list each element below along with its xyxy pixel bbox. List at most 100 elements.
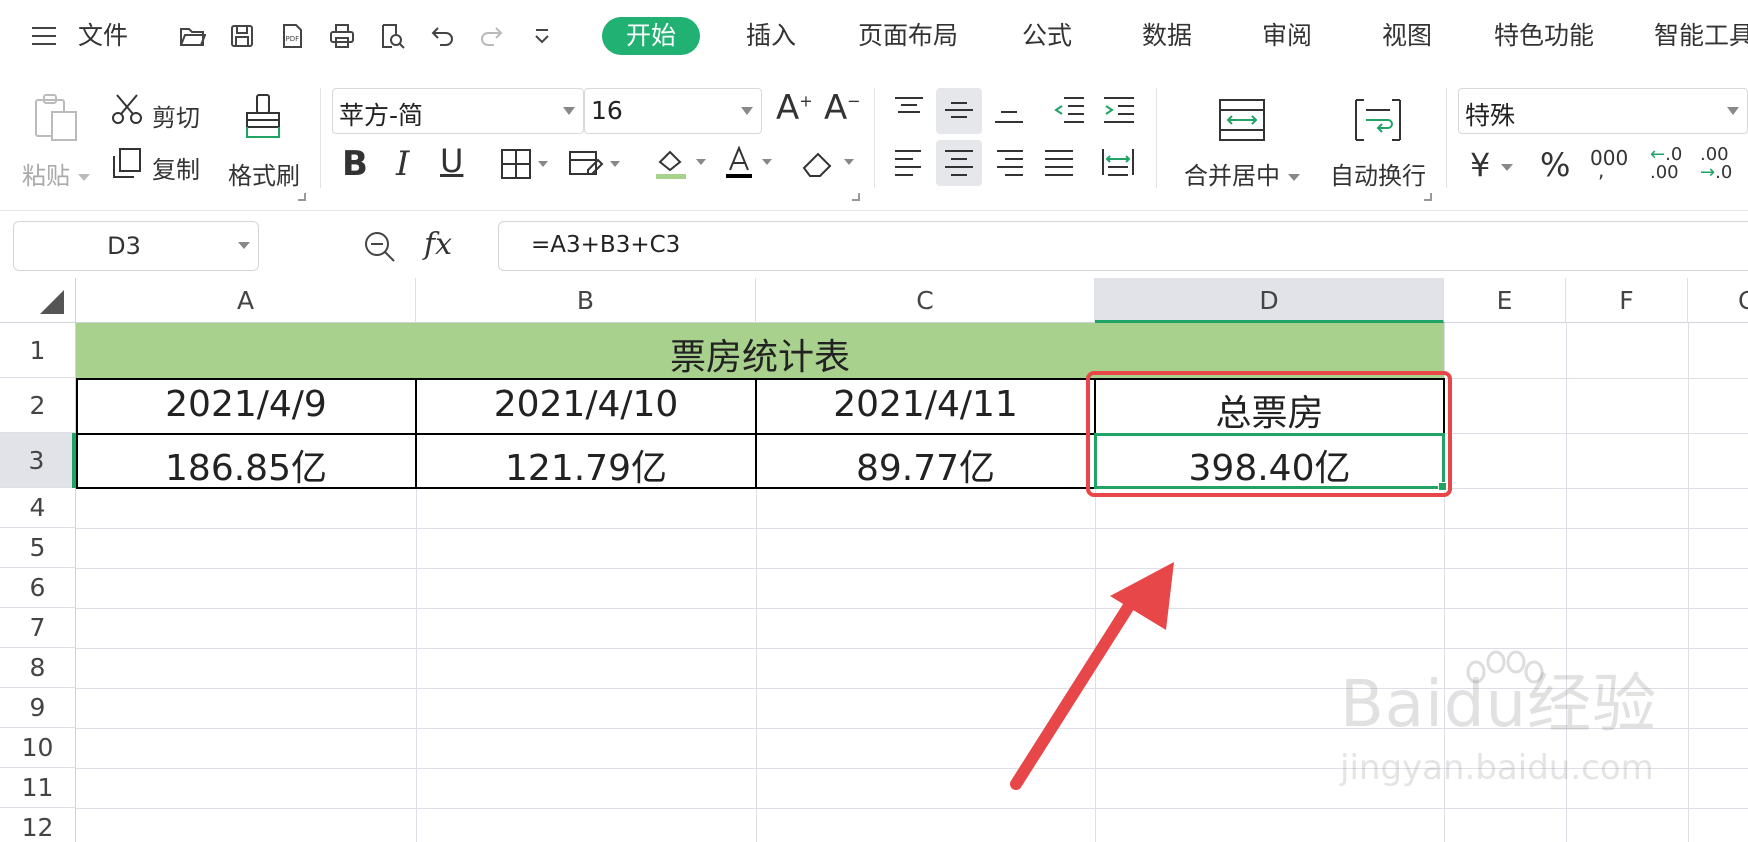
decrease-indent-icon[interactable] xyxy=(1052,94,1086,132)
copy-button[interactable]: 复制 xyxy=(152,150,200,185)
row-header-12[interactable]: 12 xyxy=(0,808,76,842)
tab-smart-tools[interactable]: 智能工具 xyxy=(1654,20,1748,52)
insert-function-button[interactable]: fx xyxy=(424,227,452,262)
row-header-7[interactable]: 7 xyxy=(0,608,76,648)
tab-insert[interactable]: 插入 xyxy=(746,20,796,52)
zoom-search-icon[interactable] xyxy=(362,229,398,269)
font-size-select[interactable]: 16 xyxy=(584,88,762,134)
decrease-decimal-to: .0 xyxy=(1715,162,1733,183)
clipboard-group-launcher[interactable] xyxy=(298,193,306,201)
row-header-9[interactable]: 9 xyxy=(0,688,76,728)
align-middle-icon[interactable] xyxy=(942,94,976,132)
tab-special-features[interactable]: 特色功能 xyxy=(1494,20,1594,52)
copy-icon[interactable] xyxy=(110,146,144,186)
cell-a3[interactable]: 186.85亿 xyxy=(76,439,416,491)
column-header-a[interactable]: A xyxy=(76,278,416,323)
font-name-select[interactable]: 苹方-简 xyxy=(332,88,584,134)
row-header-1[interactable]: 1 xyxy=(0,323,76,378)
row-header-5[interactable]: 5 xyxy=(0,528,76,568)
percent-format-button[interactable]: % xyxy=(1540,146,1570,184)
row-header-4[interactable]: 4 xyxy=(0,488,76,528)
fill-color-icon[interactable] xyxy=(654,146,710,188)
formula-input[interactable]: =A3+B3+C3 xyxy=(498,221,1748,271)
pdf-export-icon[interactable]: PDF xyxy=(276,20,308,52)
column-header-e[interactable]: E xyxy=(1444,278,1566,323)
name-box[interactable]: D3 xyxy=(13,221,259,271)
tab-page-layout[interactable]: 页面布局 xyxy=(858,20,958,52)
paste-button[interactable]: 粘贴 xyxy=(22,156,90,191)
tab-data[interactable]: 数据 xyxy=(1142,20,1192,52)
cell-style-icon[interactable] xyxy=(568,148,624,186)
bold-button[interactable]: B xyxy=(342,144,368,184)
increase-decimal-button[interactable]: ←.0.00 xyxy=(1650,146,1682,182)
file-menu[interactable]: 文件 xyxy=(78,20,128,52)
align-left-icon[interactable] xyxy=(892,146,926,184)
column-header-b[interactable]: B xyxy=(416,278,756,323)
cut-button[interactable]: 剪切 xyxy=(152,98,200,133)
format-painter-button[interactable]: 格式刷 xyxy=(228,156,300,191)
currency-dropdown-icon[interactable] xyxy=(1500,163,1513,171)
distributed-align-icon[interactable] xyxy=(1100,146,1136,184)
title-cell-a1-d1[interactable]: 票房统计表 xyxy=(76,323,1444,378)
number-format-select[interactable]: 特殊 xyxy=(1458,88,1748,134)
tab-home[interactable]: 开始 xyxy=(602,17,700,55)
tab-view[interactable]: 视图 xyxy=(1382,20,1432,52)
hamburger-menu-icon[interactable] xyxy=(28,20,60,52)
increase-indent-icon[interactable] xyxy=(1102,94,1136,132)
auto-wrap-icon[interactable] xyxy=(1354,98,1402,148)
tab-formulas[interactable]: 公式 xyxy=(1022,20,1072,52)
scissors-icon[interactable] xyxy=(110,92,144,132)
currency-format-button[interactable]: ¥ xyxy=(1470,146,1513,184)
underline-button[interactable]: U xyxy=(440,142,463,180)
redo-icon[interactable] xyxy=(476,20,508,52)
merge-center-icon[interactable] xyxy=(1218,98,1266,148)
row-header-8[interactable]: 8 xyxy=(0,648,76,688)
increase-font-size-button[interactable]: A+ xyxy=(776,88,813,128)
align-right-icon[interactable] xyxy=(992,146,1026,184)
align-top-icon[interactable] xyxy=(892,94,926,132)
row-header-6[interactable]: 6 xyxy=(0,568,76,608)
align-bottom-icon[interactable] xyxy=(992,94,1026,132)
print-icon[interactable] xyxy=(326,20,358,52)
gridline xyxy=(76,528,1748,529)
open-folder-icon[interactable] xyxy=(176,20,208,52)
justify-icon[interactable] xyxy=(1042,146,1076,184)
name-box-dropdown-icon[interactable] xyxy=(238,242,250,249)
merge-center-dropdown-icon[interactable] xyxy=(1287,173,1300,181)
decrease-font-size-button[interactable]: A− xyxy=(824,88,861,128)
column-header-d[interactable]: D xyxy=(1095,278,1444,323)
merge-center-button[interactable]: 合并居中 xyxy=(1184,156,1300,191)
paste-dropdown-icon[interactable] xyxy=(77,173,90,181)
row-header-2[interactable]: 2 xyxy=(0,378,76,433)
row-header-11[interactable]: 11 xyxy=(0,768,76,808)
column-header-g[interactable]: G xyxy=(1688,278,1748,323)
alignment-group-launcher[interactable] xyxy=(1424,193,1432,201)
cell-b3[interactable]: 121.79亿 xyxy=(416,439,756,491)
customize-toolbar-icon[interactable] xyxy=(526,20,558,52)
cell-c2[interactable]: 2021/4/11 xyxy=(756,384,1095,425)
undo-icon[interactable] xyxy=(426,20,458,52)
font-color-icon[interactable] xyxy=(724,145,780,188)
paste-icon[interactable] xyxy=(32,92,80,150)
cell-b2[interactable]: 2021/4/10 xyxy=(416,384,756,425)
eraser-icon[interactable] xyxy=(800,146,860,188)
print-preview-icon[interactable] xyxy=(376,20,408,52)
thousands-separator-button[interactable]: 000, xyxy=(1590,146,1628,194)
decrease-decimal-button[interactable]: .00 →.0 xyxy=(1700,146,1732,182)
select-all-corner[interactable] xyxy=(0,278,76,323)
thousands-symbol: 000 xyxy=(1590,146,1629,170)
format-painter-icon[interactable] xyxy=(240,92,286,152)
italic-button[interactable]: I xyxy=(396,144,409,184)
tab-review[interactable]: 审阅 xyxy=(1262,20,1312,52)
save-icon[interactable] xyxy=(226,20,258,52)
row-header-3[interactable]: 3 xyxy=(0,433,76,488)
font-group-launcher[interactable] xyxy=(852,193,860,201)
auto-wrap-button[interactable]: 自动换行 xyxy=(1330,156,1426,191)
row-header-10[interactable]: 10 xyxy=(0,728,76,768)
align-center-icon[interactable] xyxy=(942,146,976,184)
cell-c3[interactable]: 89.77亿 xyxy=(756,439,1095,491)
cell-a2[interactable]: 2021/4/9 xyxy=(76,384,416,425)
borders-icon[interactable] xyxy=(500,148,552,186)
column-header-c[interactable]: C xyxy=(756,278,1095,323)
column-header-f[interactable]: F xyxy=(1566,278,1688,323)
